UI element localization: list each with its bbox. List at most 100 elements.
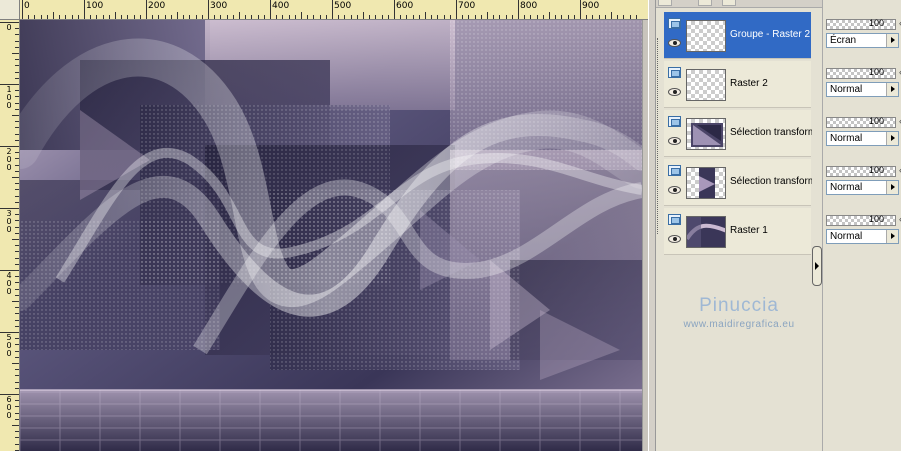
ruler-left-minor-tick <box>15 201 19 203</box>
image-canvas[interactable] <box>20 20 642 451</box>
ruler-left-label: 4 0 0 <box>6 271 12 296</box>
ruler-left-minor-tick <box>15 71 19 73</box>
ruler-top-minor-tick <box>437 15 439 19</box>
layer-properties: 100‹Normal <box>826 161 901 201</box>
opacity-slider[interactable] <box>826 215 896 226</box>
ruler-top-minor-tick <box>319 15 321 19</box>
ruler-left-minor-tick <box>12 363 19 364</box>
ruler-left-minor-tick <box>15 245 19 247</box>
blend-mode-select[interactable]: Écran <box>826 33 899 48</box>
delete-layer-icon[interactable] <box>698 0 712 6</box>
ruler-top-minor-tick <box>102 15 104 19</box>
opacity-slider[interactable] <box>826 68 896 79</box>
ruler-top-minor-tick <box>493 15 495 19</box>
ruler-left-minor-tick <box>15 356 19 358</box>
layer-row[interactable]: Groupe - Raster 2 <box>664 12 811 59</box>
ruler-top-minor-tick <box>77 15 79 19</box>
blend-mode-value: Normal <box>830 133 863 144</box>
ruler-top-minor-tick <box>356 15 358 19</box>
ruler-left-minor-tick <box>15 127 19 129</box>
ruler-left-minor-tick <box>15 65 19 67</box>
layer-visibility-icon[interactable] <box>668 18 681 29</box>
ruler-top-minor-tick <box>164 15 166 19</box>
ruler-left[interactable]: 0 1 0 0 2 0 0 3 0 0 4 0 0 5 0 0 6 0 0 <box>0 20 20 451</box>
ruler-top-minor-tick <box>40 15 42 19</box>
ruler-top-minor-tick <box>195 15 197 19</box>
ruler-top-minor-tick <box>487 12 488 19</box>
ruler-top-label: 300 <box>210 1 228 11</box>
ruler-top-label: 500 <box>334 1 352 11</box>
ruler-top-minor-tick <box>251 15 253 19</box>
layer-row[interactable]: Sélection transformée <box>664 110 812 157</box>
ruler-top-minor-tick <box>133 15 135 19</box>
new-layer-icon[interactable] <box>658 0 672 6</box>
blend-mode-select[interactable]: Normal <box>826 82 899 97</box>
ruler-left-minor-tick <box>15 338 19 340</box>
layers-panel: Groupe - Raster 2 Raster 2 Sélection trans… <box>656 0 822 451</box>
layer-row[interactable]: Raster 1 <box>664 208 811 255</box>
ruler-top-minor-tick <box>65 15 67 19</box>
ruler-top-minor-tick <box>617 15 619 19</box>
eye-icon[interactable] <box>668 137 681 145</box>
watermark-url: www.maidiregrafica.eu <box>683 319 795 330</box>
ruler-top-label: 100 <box>86 1 104 11</box>
ruler-top-minor-tick <box>189 15 191 19</box>
ruler-left-minor-tick <box>15 369 19 371</box>
ruler-top-minor-tick <box>115 12 116 19</box>
dropdown-arrow-icon[interactable] <box>886 34 898 47</box>
ruler-top-minor-tick <box>344 15 346 19</box>
ruler-top-minor-tick <box>282 15 284 19</box>
ruler-top-minor-tick <box>499 15 501 19</box>
ruler-top-minor-tick <box>611 12 612 19</box>
layer-row[interactable]: Sélection transformée <box>664 159 812 206</box>
opacity-slider[interactable] <box>826 166 896 177</box>
ruler-top-minor-tick <box>307 15 309 19</box>
ruler-top-minor-tick <box>232 15 234 19</box>
ruler-top[interactable]: 0 100 200 300 400 500 600 700 800 900 <box>20 0 648 20</box>
layer-visibility-icon[interactable] <box>668 67 681 78</box>
opacity-slider[interactable] <box>826 117 896 128</box>
blend-mode-select[interactable]: Normal <box>826 131 899 146</box>
ruler-top-minor-tick <box>381 15 383 19</box>
dropdown-arrow-icon[interactable] <box>886 181 898 194</box>
ruler-top-minor-tick <box>474 15 476 19</box>
ruler-top-minor-tick <box>406 15 408 19</box>
image-artwork <box>20 20 642 451</box>
layer-properties-icon[interactable] <box>722 0 736 6</box>
ruler-top-minor-tick <box>71 15 73 19</box>
ruler-top-major-tick <box>456 0 457 19</box>
ruler-top-label: 600 <box>396 1 414 11</box>
opacity-value: 100 <box>868 67 884 77</box>
ruler-top-minor-tick <box>567 15 569 19</box>
ruler-top-label: 700 <box>458 1 476 11</box>
ruler-left-label: 5 0 0 <box>6 333 12 358</box>
ruler-top-minor-tick <box>555 15 557 19</box>
ruler-left-minor-tick <box>12 301 19 302</box>
panel-expand-button[interactable] <box>812 246 822 286</box>
layer-visibility-icon[interactable] <box>668 214 681 225</box>
blend-mode-select[interactable]: Normal <box>826 180 899 195</box>
ruler-left-minor-tick <box>15 121 19 123</box>
ruler-top-minor-tick <box>214 15 216 19</box>
layer-visibility-icon[interactable] <box>668 116 681 127</box>
dropdown-arrow-icon[interactable] <box>886 132 898 145</box>
eye-icon[interactable] <box>668 235 681 243</box>
eye-icon[interactable] <box>668 88 681 96</box>
eye-icon[interactable] <box>668 186 681 194</box>
dropdown-arrow-icon[interactable] <box>886 230 898 243</box>
blend-mode-select[interactable]: Normal <box>826 229 899 244</box>
panel-splitter[interactable] <box>648 0 656 451</box>
layer-row[interactable]: Raster 2 <box>664 61 811 108</box>
ruler-left-minor-tick <box>15 381 19 383</box>
ruler-top-minor-tick <box>505 15 507 19</box>
canvas-area: 0 100 200 300 400 500 600 700 800 900 0 1 0 0 2 0 0… <box>0 0 648 451</box>
ruler-top-minor-tick <box>635 15 637 19</box>
layer-thumbnail <box>686 118 726 150</box>
ruler-top-minor-tick <box>108 15 110 19</box>
eye-icon[interactable] <box>668 39 681 47</box>
opacity-slider[interactable] <box>826 19 896 30</box>
ruler-left-minor-tick <box>15 139 19 141</box>
layer-visibility-icon[interactable] <box>668 165 681 176</box>
dropdown-arrow-icon[interactable] <box>886 83 898 96</box>
ruler-top-minor-tick <box>46 15 48 19</box>
